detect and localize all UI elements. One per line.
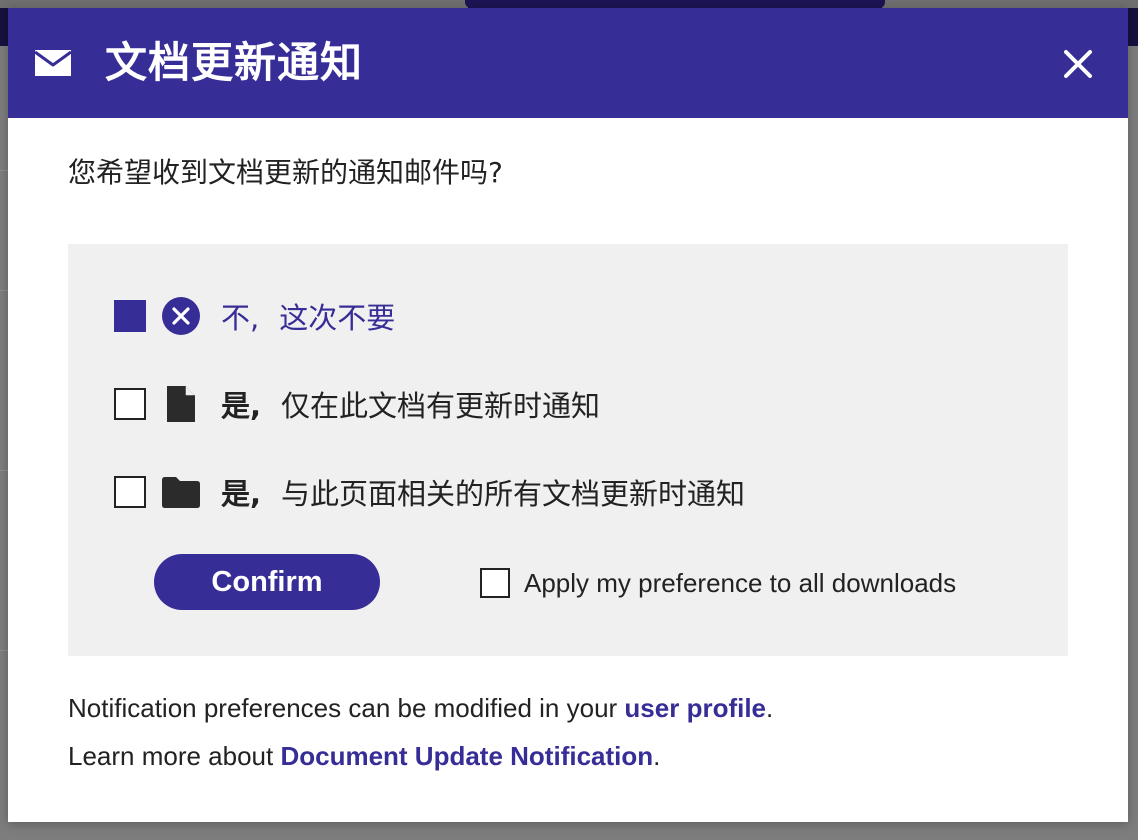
profile-note-end: . <box>766 693 774 723</box>
option-text: 仅在此文档有更新时通知 <box>281 389 601 423</box>
option-lead: 不, <box>221 301 260 335</box>
option-no-this-time[interactable]: 不, 这次不要 <box>114 296 395 336</box>
background-divider <box>0 470 8 471</box>
document-update-modal: 文档更新通知 您希望收到文档更新的通知邮件吗? 不, 这次不要 是, 仅在此文档有更… <box>8 8 1128 822</box>
option-checkbox[interactable] <box>114 476 146 508</box>
option-lead: 是, <box>221 477 262 511</box>
profile-note-text: Notification preferences can be modified… <box>68 693 625 723</box>
confirm-button[interactable]: Confirm <box>154 554 380 610</box>
user-profile-link[interactable]: user profile <box>624 693 766 723</box>
background-nav-edge <box>0 0 468 8</box>
cancel-circle-icon <box>162 297 200 335</box>
close-icon[interactable] <box>1058 44 1098 84</box>
options-panel: 不, 这次不要 是, 仅在此文档有更新时通知 是, 与此页面相关的所有文档更新时通知 … <box>68 244 1068 656</box>
background-nav-edge <box>882 0 1138 8</box>
document-icon <box>167 386 195 422</box>
learn-more-end: . <box>653 741 661 771</box>
learn-more-text: Learn more about <box>68 741 281 771</box>
background-divider <box>0 290 8 291</box>
option-label: 不, 这次不要 <box>221 295 395 337</box>
modal-header: 文档更新通知 <box>8 8 1128 118</box>
learn-more-note: Learn more about Document Update Notific… <box>68 741 660 772</box>
option-label: 是, 与此页面相关的所有文档更新时通知 <box>221 471 745 513</box>
apply-all-downloads-option[interactable]: Apply my preference to all downloads <box>480 567 956 599</box>
option-lead: 是, <box>221 389 262 423</box>
document-update-notification-link[interactable]: Document Update Notification <box>280 741 653 771</box>
option-text: 与此页面相关的所有文档更新时通知 <box>281 477 746 511</box>
mail-icon <box>34 50 72 76</box>
option-text: 这次不要 <box>279 301 396 335</box>
option-checkbox-checked[interactable] <box>114 300 146 332</box>
option-all-related-documents[interactable]: 是, 与此页面相关的所有文档更新时通知 <box>114 472 745 512</box>
apply-all-label: Apply my preference to all downloads <box>524 567 957 598</box>
background-nav-tab <box>465 0 885 8</box>
modal-title: 文档更新通知 <box>105 38 364 87</box>
notification-question: 您希望收到文档更新的通知邮件吗? <box>68 156 503 189</box>
background-divider <box>0 650 8 651</box>
profile-note: Notification preferences can be modified… <box>68 693 773 724</box>
option-this-document-only[interactable]: 是, 仅在此文档有更新时通知 <box>114 384 600 424</box>
apply-all-checkbox[interactable] <box>480 568 510 598</box>
option-checkbox[interactable] <box>114 388 146 420</box>
folder-icon <box>162 477 200 508</box>
option-label: 是, 仅在此文档有更新时通知 <box>221 383 600 425</box>
background-divider <box>0 170 8 171</box>
